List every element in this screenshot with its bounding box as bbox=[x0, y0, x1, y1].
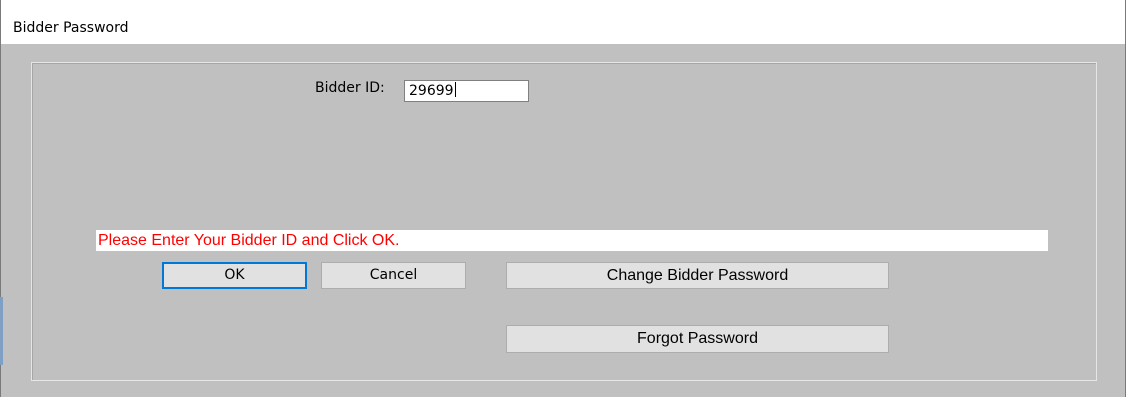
ok-button[interactable]: OK bbox=[162, 262, 307, 289]
bidder-password-dialog: Bidder Password Bidder ID: 29699 Please … bbox=[0, 0, 1126, 397]
forgot-password-button[interactable]: Forgot Password bbox=[506, 325, 889, 353]
text-caret bbox=[454, 82, 456, 97]
title-bar[interactable]: Bidder Password bbox=[1, 0, 1125, 44]
bidder-id-label: Bidder ID: bbox=[315, 80, 385, 96]
bidder-id-input[interactable]: 29699 bbox=[404, 80, 529, 102]
status-message: Please Enter Your Bidder ID and Click OK… bbox=[96, 230, 1048, 251]
cancel-button[interactable]: Cancel bbox=[321, 262, 466, 289]
bidder-id-value: 29699 bbox=[409, 83, 454, 99]
dialog-client-area: Bidder ID: 29699 Please Enter Your Bidde… bbox=[0, 44, 1125, 397]
background-window-edge bbox=[0, 297, 3, 365]
change-bidder-password-button[interactable]: Change Bidder Password bbox=[506, 262, 889, 289]
window-title: Bidder Password bbox=[13, 20, 129, 36]
